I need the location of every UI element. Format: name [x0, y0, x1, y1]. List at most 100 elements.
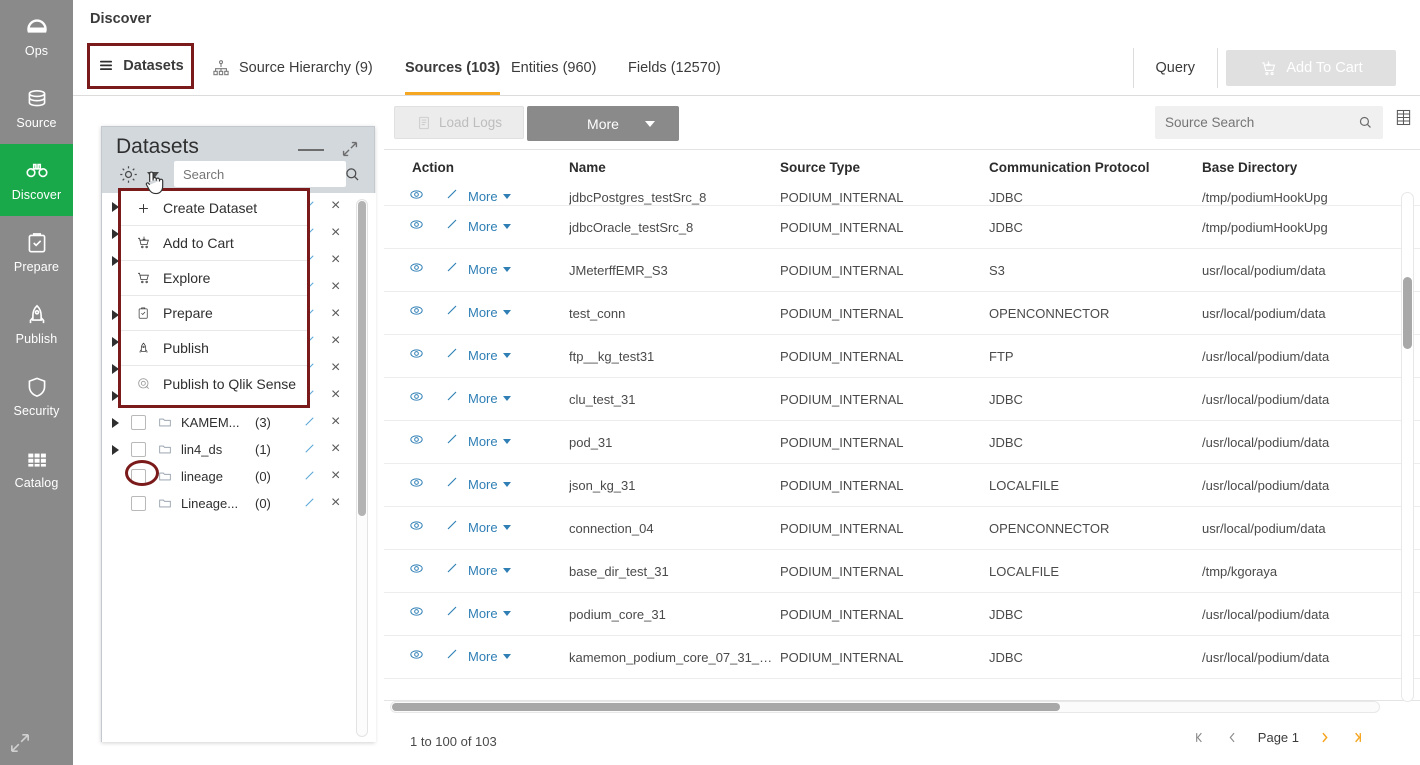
menu-item-explore[interactable]: Explore — [121, 261, 307, 296]
close-icon[interactable]: × — [331, 305, 340, 323]
pencil-icon[interactable] — [444, 388, 460, 404]
eye-icon[interactable] — [408, 560, 425, 577]
close-icon[interactable]: × — [331, 251, 340, 269]
table-row[interactable]: Morekamemon_podium_core_07_31_20...PODIU… — [384, 636, 1420, 679]
pencil-icon[interactable] — [444, 431, 460, 447]
menu-item-add-to-cart[interactable]: Add to Cart — [121, 226, 307, 261]
pencil-icon[interactable] — [444, 216, 460, 232]
dataset-tree-item[interactable]: Lineage...(0)× — [102, 490, 376, 517]
pencil-icon[interactable] — [302, 414, 317, 429]
row-more-button[interactable]: More — [468, 520, 511, 535]
tab-sources[interactable]: Sources (103) — [395, 40, 510, 95]
eye-icon[interactable] — [408, 431, 425, 448]
table-horizontal-scroll-thumb[interactable] — [392, 703, 1060, 711]
pencil-icon[interactable] — [444, 345, 460, 361]
row-more-button[interactable]: More — [468, 606, 511, 621]
close-icon[interactable]: × — [331, 413, 340, 431]
rail-item-security[interactable]: Security — [0, 360, 73, 432]
dataset-checkbox[interactable] — [131, 442, 146, 457]
table-vertical-scrollbar[interactable] — [1401, 192, 1414, 702]
pencil-icon[interactable] — [302, 441, 317, 456]
pencil-icon[interactable] — [444, 603, 460, 619]
datasets-search-box[interactable] — [174, 161, 346, 187]
close-icon[interactable]: × — [331, 467, 340, 485]
pencil-icon[interactable] — [302, 495, 317, 510]
row-more-button[interactable]: More — [468, 189, 511, 204]
menu-item-publish[interactable]: Publish — [121, 331, 307, 366]
expand-arrow-icon[interactable] — [112, 445, 119, 455]
pencil-icon[interactable] — [444, 474, 460, 490]
eye-icon[interactable] — [408, 646, 425, 663]
dataset-tree-item[interactable]: KAMEM...(3)× — [102, 409, 376, 436]
table-row[interactable]: Moretest_connPODIUM_INTERNALOPENCONNECTO… — [384, 292, 1420, 335]
menu-item-create-dataset[interactable]: Create Dataset — [121, 191, 307, 226]
rail-item-source[interactable]: Source — [0, 72, 73, 144]
load-logs-button[interactable]: Load Logs — [394, 106, 524, 139]
rail-item-ops[interactable]: Ops — [0, 0, 73, 72]
add-to-cart-button[interactable]: Add To Cart — [1226, 50, 1396, 86]
rail-item-publish[interactable]: Publish — [0, 288, 73, 360]
menu-item-publish-to-qlik-sense[interactable]: Publish to Qlik Sense — [121, 366, 307, 401]
search-icon[interactable] — [343, 165, 362, 184]
table-row[interactable]: Morebase_dir_test_31PODIUM_INTERNALLOCAL… — [384, 550, 1420, 593]
eye-icon[interactable] — [408, 388, 425, 405]
close-icon[interactable]: × — [331, 440, 340, 458]
more-dropdown-button[interactable]: More — [527, 106, 679, 141]
tab-datasets[interactable]: Datasets — [87, 43, 194, 89]
datasets-vertical-scroll-thumb[interactable] — [358, 201, 366, 516]
eye-icon[interactable] — [408, 259, 425, 276]
datasets-search-input[interactable] — [174, 161, 346, 187]
table-row[interactable]: MorejdbcOracle_testSrc_8PODIUM_INTERNALJ… — [384, 206, 1420, 249]
tab-fields[interactable]: Fields (12570) — [618, 40, 731, 95]
first-page-icon[interactable] — [1192, 730, 1207, 745]
pencil-icon[interactable] — [302, 468, 317, 483]
table-row[interactable]: MorejdbcPostgres_testSrc_8PODIUM_INTERNA… — [384, 188, 1420, 206]
table-row[interactable]: MoreJMeterffEMR_S3PODIUM_INTERNALS3usr/l… — [384, 249, 1420, 292]
next-page-icon[interactable] — [1317, 730, 1332, 745]
close-icon[interactable]: × — [331, 386, 340, 404]
table-row[interactable]: Moreconnection_04PODIUM_INTERNALOPENCONN… — [384, 507, 1420, 550]
close-icon[interactable]: × — [331, 359, 340, 377]
eye-icon[interactable] — [408, 474, 425, 491]
minimize-icon[interactable] — [298, 149, 324, 151]
pencil-icon[interactable] — [444, 517, 460, 533]
tab-source-hierarchy[interactable]: Source Hierarchy (9) — [201, 40, 383, 95]
eye-icon[interactable] — [408, 517, 425, 534]
pencil-icon[interactable] — [444, 646, 460, 662]
dataset-tree-item[interactable]: lin4_ds(1)× — [102, 436, 376, 463]
row-more-button[interactable]: More — [468, 563, 511, 578]
table-vertical-scroll-thumb[interactable] — [1403, 277, 1412, 349]
table-grid-icon[interactable] — [1393, 107, 1414, 128]
eye-icon[interactable] — [408, 216, 425, 233]
eye-icon[interactable] — [408, 188, 425, 203]
close-icon[interactable]: × — [331, 224, 340, 242]
source-search-box[interactable] — [1155, 106, 1383, 139]
close-icon[interactable]: × — [331, 494, 340, 512]
row-more-button[interactable]: More — [468, 649, 511, 664]
close-icon[interactable]: × — [331, 332, 340, 350]
datasets-vertical-scrollbar[interactable] — [356, 199, 368, 737]
table-row[interactable]: Moreftp__kg_test31PODIUM_INTERNALFTP/usr… — [384, 335, 1420, 378]
dataset-checkbox[interactable] — [131, 415, 146, 430]
table-row[interactable]: Morepod_31PODIUM_INTERNALJDBC/usr/local/… — [384, 421, 1420, 464]
pencil-icon[interactable] — [444, 302, 460, 318]
eye-icon[interactable] — [408, 345, 425, 362]
row-more-button[interactable]: More — [468, 391, 511, 406]
table-row[interactable]: Morejson_kg_31PODIUM_INTERNALLOCALFILE/u… — [384, 464, 1420, 507]
pencil-icon[interactable] — [444, 188, 460, 202]
source-search-input[interactable] — [1155, 106, 1351, 139]
caret-down-icon[interactable] — [147, 172, 159, 180]
rail-item-discover[interactable]: Discover — [0, 144, 73, 216]
gear-icon[interactable] — [117, 163, 140, 186]
row-more-button[interactable]: More — [468, 219, 511, 234]
rail-item-prepare[interactable]: Prepare — [0, 216, 73, 288]
table-row[interactable]: Moreclu_test_31PODIUM_INTERNALJDBC/usr/l… — [384, 378, 1420, 421]
dataset-checkbox[interactable] — [131, 469, 146, 484]
rail-item-catalog[interactable]: Catalog — [0, 432, 73, 504]
prev-page-icon[interactable] — [1225, 730, 1240, 745]
pencil-icon[interactable] — [444, 560, 460, 576]
row-more-button[interactable]: More — [468, 262, 511, 277]
pencil-icon[interactable] — [444, 259, 460, 275]
row-more-button[interactable]: More — [468, 305, 511, 320]
row-more-button[interactable]: More — [468, 477, 511, 492]
